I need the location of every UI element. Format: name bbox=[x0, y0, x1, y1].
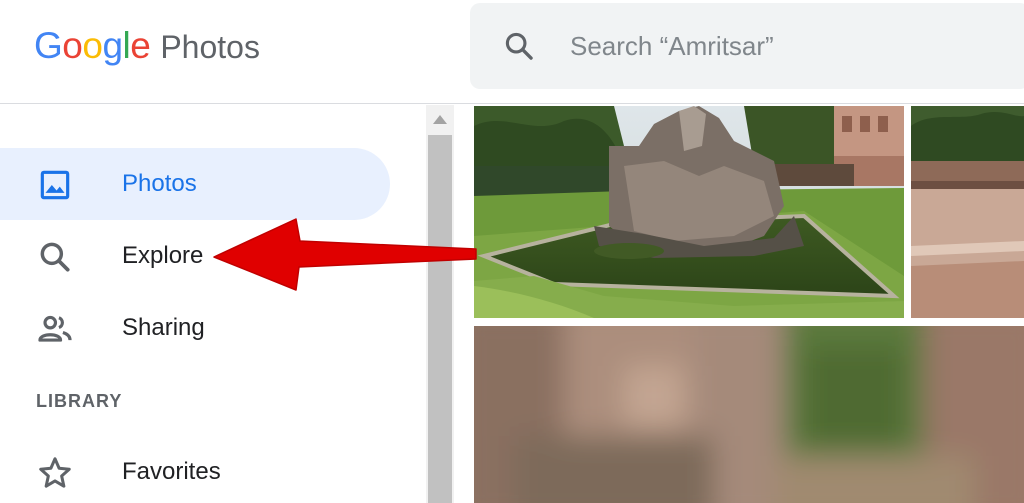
sidebar-item-label: Sharing bbox=[122, 314, 205, 341]
scroll-up-arrow-icon[interactable] bbox=[433, 115, 447, 124]
search-icon[interactable] bbox=[502, 29, 536, 63]
people-icon bbox=[38, 315, 72, 342]
sidebar-item-explore[interactable]: Explore bbox=[0, 220, 390, 292]
sidebar-scrollbar[interactable] bbox=[426, 105, 454, 503]
courtyard-photo[interactable] bbox=[911, 106, 1024, 318]
logo-letter: o bbox=[62, 25, 83, 66]
search-icon bbox=[40, 242, 70, 272]
photo-icon bbox=[40, 170, 70, 200]
google-photos-logo[interactable]: Google Photos bbox=[34, 26, 260, 66]
logo-letter: G bbox=[34, 25, 63, 66]
garden-fountain-photo[interactable] bbox=[474, 106, 904, 318]
sidebar-item-sharing[interactable]: Sharing bbox=[0, 292, 390, 364]
sidebar-item-favorites[interactable]: Favorites bbox=[0, 436, 390, 503]
logo-letter: o bbox=[82, 25, 103, 66]
library-section-label: LIBRARY bbox=[36, 391, 123, 411]
sidebar-item-label: Photos bbox=[122, 170, 197, 197]
sidebar-item-photos[interactable]: Photos bbox=[0, 148, 390, 220]
product-name: Photos bbox=[160, 29, 260, 65]
sidebar-item-label: Explore bbox=[122, 242, 204, 269]
blurred-photo[interactable] bbox=[474, 326, 1024, 503]
search-bar[interactable]: Search “Amritsar” bbox=[470, 3, 1024, 89]
sidebar: Photos Explore Sharing LIBRARY Favorites bbox=[0, 105, 426, 503]
sidebar-item-label: Favorites bbox=[122, 458, 221, 485]
scrollbar-thumb[interactable] bbox=[428, 135, 452, 503]
logo-letter: l bbox=[122, 25, 131, 66]
search-input[interactable]: Search “Amritsar” bbox=[570, 31, 774, 62]
logo-letter: e bbox=[130, 25, 151, 66]
logo-letter: g bbox=[102, 25, 123, 66]
top-bar: Google Photos Search “Amritsar” bbox=[0, 0, 1024, 104]
star-icon bbox=[39, 457, 71, 488]
